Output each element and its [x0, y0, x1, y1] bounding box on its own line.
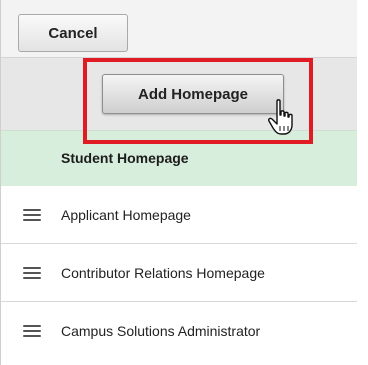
cancel-button[interactable]: Cancel — [18, 14, 128, 52]
drag-handle-icon[interactable] — [23, 267, 41, 280]
homepage-row[interactable]: Campus Solutions Administrator — [1, 302, 357, 365]
homepage-row[interactable]: Applicant Homepage — [1, 186, 357, 244]
homepage-row-label: Applicant Homepage — [61, 207, 191, 223]
homepage-row[interactable]: Contributor Relations Homepage — [1, 244, 357, 302]
homepage-row-label: Contributor Relations Homepage — [61, 265, 265, 281]
homepage-row-label: Campus Solutions Administrator — [61, 323, 261, 339]
hand-pointer-cursor-icon — [268, 99, 293, 135]
homepage-manager-panel: Cancel Add Homepage Student Homepage App… — [0, 0, 357, 365]
drag-handle-icon[interactable] — [23, 209, 41, 222]
selected-homepage-label: Student Homepage — [61, 150, 189, 166]
top-toolbar: Cancel — [1, 0, 357, 58]
drag-handle-icon[interactable] — [23, 325, 41, 338]
